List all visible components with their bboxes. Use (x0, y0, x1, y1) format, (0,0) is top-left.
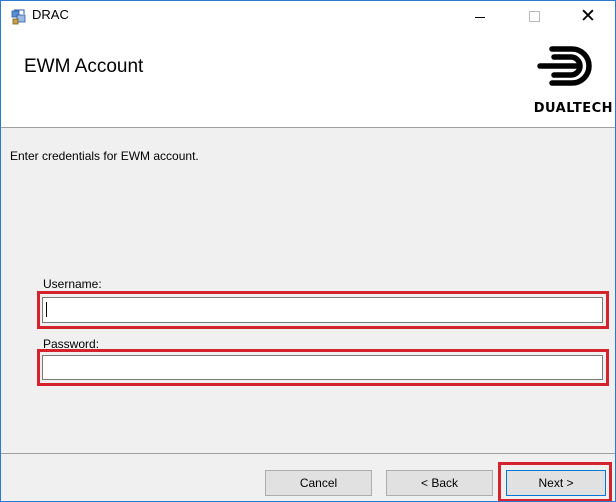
title-bar[interactable]: DRAC ✕ (1, 1, 615, 31)
back-button[interactable]: < Back (386, 470, 493, 496)
header-banner: EWM Account DUALTECH (1, 31, 615, 128)
window-title: DRAC (32, 7, 69, 22)
logo-text: DUALTECH (533, 101, 613, 116)
maximize-button[interactable] (511, 1, 557, 31)
minimize-icon (475, 16, 485, 18)
footer-separator (1, 453, 615, 454)
installer-icon (11, 9, 26, 25)
installer-window: DRAC ✕ EWM Account DUALTECH Enter creden… (0, 0, 616, 502)
page-title: EWM Account (24, 56, 144, 77)
maximize-icon (528, 10, 540, 22)
cancel-button[interactable]: Cancel (265, 470, 372, 496)
password-input[interactable] (42, 355, 603, 380)
dualtech-logo-mark (537, 46, 592, 86)
close-button[interactable]: ✕ (565, 1, 611, 31)
username-label: Username: (43, 277, 102, 291)
instruction-text: Enter credentials for EWM account. (10, 149, 199, 163)
close-icon: ✕ (580, 5, 596, 27)
dualtech-logo: DUALTECH (516, 43, 613, 123)
minimize-button[interactable] (457, 1, 503, 31)
next-button[interactable]: Next > (506, 470, 606, 496)
username-input[interactable] (42, 297, 603, 323)
text-caret (46, 302, 47, 317)
